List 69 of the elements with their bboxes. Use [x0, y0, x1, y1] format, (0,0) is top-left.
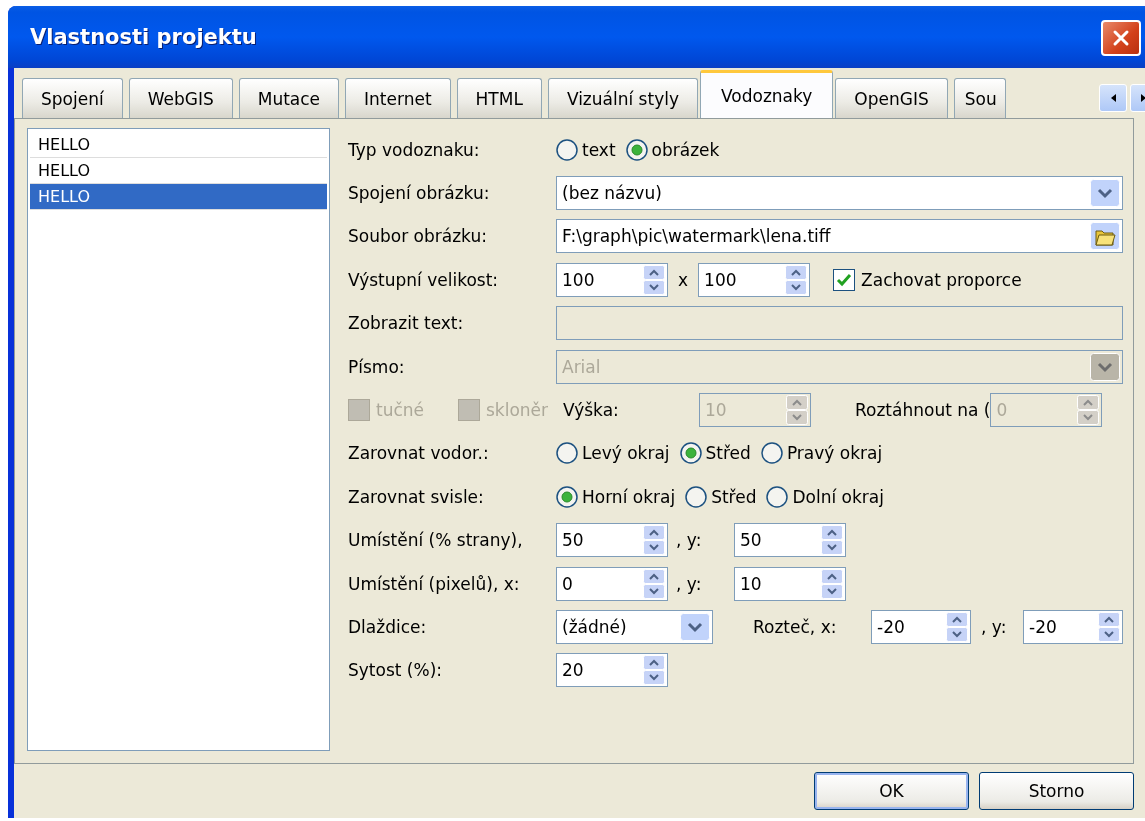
tab[interactable]: Internet: [345, 78, 451, 118]
spin-arrows-icon: [786, 395, 808, 426]
list-item[interactable]: HELLO: [30, 184, 327, 210]
spin-arrows-icon: [946, 612, 968, 642]
radio-button[interactable]: obrázek: [625, 138, 720, 161]
tab[interactable]: HTML: [456, 78, 542, 118]
field-label: , y:: [980, 617, 1008, 637]
tab[interactable]: Vizuální styly: [547, 78, 698, 118]
field-label: Soubor obrázku:: [348, 226, 488, 247]
dialog-button[interactable]: OK: [814, 772, 969, 810]
field-label: Rozteč, x:: [753, 617, 838, 637]
radio-button[interactable]: Střed: [685, 485, 757, 508]
radio-button[interactable]: Střed: [679, 442, 751, 465]
field-label: , y:: [675, 530, 703, 551]
spin-arrows-icon: [1077, 395, 1100, 426]
tab[interactable]: Vodoznaky: [700, 70, 834, 118]
radio-button[interactable]: Levý okraj: [556, 442, 670, 465]
field-label: x: [678, 269, 689, 290]
spin-arrows-icon: [643, 264, 665, 295]
spin-field[interactable]: 100: [556, 262, 668, 297]
tab[interactable]: OpenGIS: [835, 78, 948, 118]
dropdown[interactable]: (žádné): [556, 610, 713, 644]
radio-button[interactable]: Pravý okraj: [760, 442, 883, 465]
field-label: Umístění (% strany),: [348, 530, 524, 551]
radio-button[interactable]: Dolní okraj: [766, 485, 884, 508]
scroll-left-button[interactable]: [1099, 84, 1127, 112]
spin-arrows-icon: [785, 264, 808, 295]
field-label: Spojení obrázku:: [348, 183, 491, 204]
spin-arrows-icon: [821, 525, 843, 556]
field-label: Sytost (%):: [348, 660, 443, 681]
spin-arrows-icon: [643, 568, 665, 599]
spin-field[interactable]: 20: [556, 653, 668, 688]
spin-field[interactable]: 50: [556, 523, 668, 558]
spin-field[interactable]: 100: [698, 262, 811, 297]
spin-arrows-icon: [821, 568, 843, 599]
field-label: Dlaždice:: [348, 617, 428, 637]
field-label: , y:: [675, 573, 703, 594]
spin-arrows-icon: [643, 525, 665, 556]
tab[interactable]: WebGIS: [128, 78, 233, 118]
spin-field[interactable]: 0: [556, 566, 668, 601]
field-label: Zobrazit text:: [348, 313, 465, 334]
field-label: Roztáhnout na (: [855, 400, 991, 421]
tab[interactable]: Spojení: [22, 78, 123, 118]
field-label: Výška:: [563, 400, 620, 421]
field-label: Typ vodoznaku:: [348, 139, 481, 160]
folder-icon[interactable]: [1090, 222, 1120, 251]
dropdown[interactable]: (bez názvu): [556, 176, 1123, 211]
tab[interactable]: Mutace: [238, 78, 340, 118]
spin-field[interactable]: 50: [734, 523, 846, 558]
dialog-button[interactable]: Storno: [979, 772, 1134, 810]
radio-button[interactable]: text: [556, 138, 616, 161]
field-label: Zarovnat svisle:: [348, 486, 485, 507]
window-title: Vlastnosti projektu: [30, 25, 257, 49]
close-icon: [1112, 29, 1130, 47]
field-label: Umístění (pixelů), x:: [348, 573, 521, 594]
spin-arrows-icon: [1098, 612, 1120, 642]
tab[interactable]: Sou: [953, 78, 1006, 118]
field-label: Výstupní velikost:: [348, 269, 500, 290]
checkbox[interactable]: Zachovat proporce: [833, 268, 1022, 291]
field-label: Písmo:: [348, 356, 406, 377]
spin-arrows-icon: [643, 655, 665, 686]
spin-field[interactable]: -20: [871, 610, 971, 644]
spin-field[interactable]: 10: [734, 566, 846, 601]
close-button[interactable]: [1101, 20, 1141, 56]
radio-button[interactable]: Horní okraj: [556, 485, 676, 508]
list-item[interactable]: HELLO: [30, 132, 327, 158]
file-field[interactable]: F:\graph\pic\watermark\lena.tiff: [556, 219, 1123, 254]
field-label: Zarovnat vodor.:: [348, 443, 490, 464]
spin-field[interactable]: -20: [1023, 610, 1123, 644]
